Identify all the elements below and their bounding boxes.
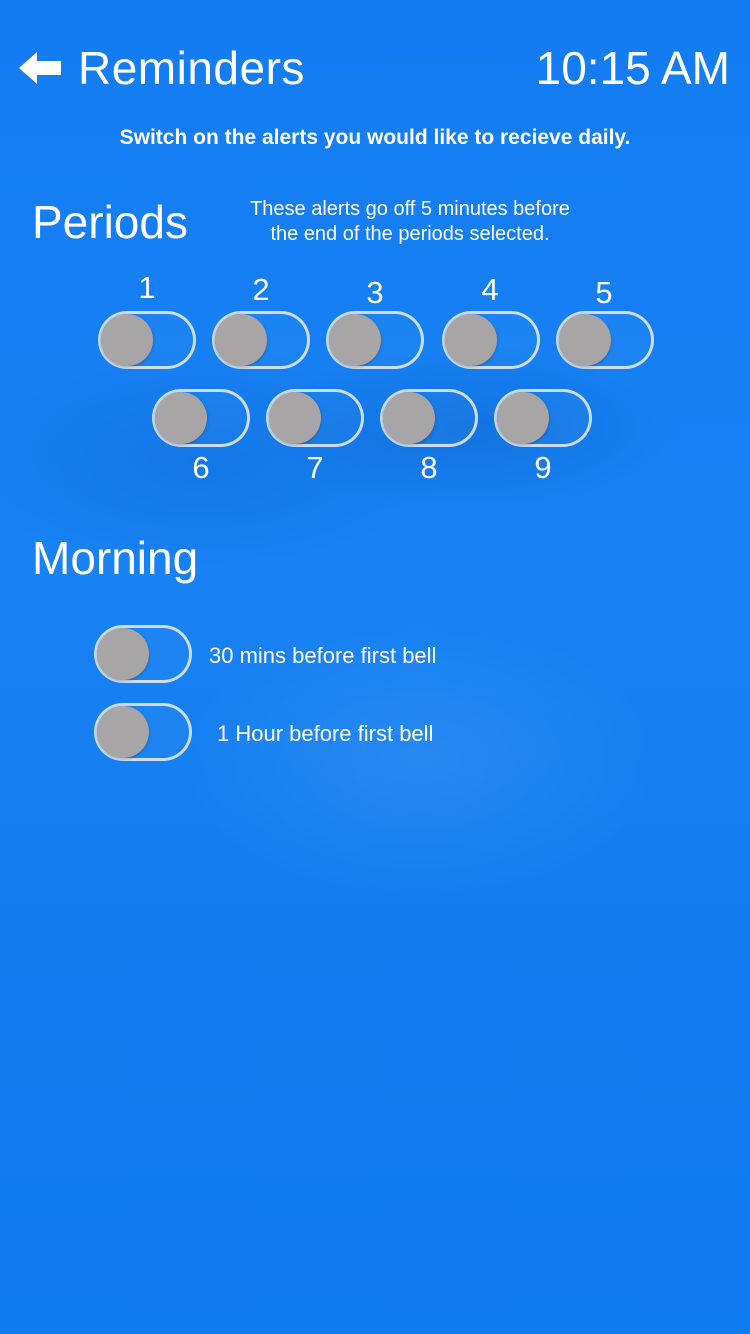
- back-arrow-icon: [17, 50, 63, 86]
- toggle-knob: [269, 392, 321, 444]
- page-title: Reminders: [78, 42, 305, 94]
- toggle-knob: [383, 392, 435, 444]
- period-6-toggle[interactable]: [152, 389, 250, 447]
- period-9-toggle[interactable]: [494, 389, 592, 447]
- instruction-text: Switch on the alerts you would like to r…: [119, 126, 631, 149]
- period-label-3: 3: [366, 275, 384, 310]
- period-2-toggle[interactable]: [212, 311, 310, 369]
- clock-time: 10:15 AM: [535, 42, 730, 94]
- period-8-toggle[interactable]: [380, 389, 478, 447]
- toggle-knob: [559, 314, 611, 366]
- reminders-screen: Reminders 10:15 AM Switch on the alerts …: [0, 0, 750, 1334]
- period-label-8: 8: [420, 450, 438, 485]
- periods-note-line-1: These alerts go off 5 minutes before: [250, 198, 570, 220]
- toggle-knob: [497, 392, 549, 444]
- morning-heading: Morning: [32, 532, 199, 584]
- morning-30min-toggle[interactable]: [94, 625, 192, 683]
- toggle-knob: [215, 314, 267, 366]
- periods-heading: Periods: [32, 196, 188, 248]
- period-4-toggle[interactable]: [442, 311, 540, 369]
- period-label-4: 4: [481, 272, 499, 307]
- morning-1hour-label: 1 Hour before first bell: [217, 721, 434, 746]
- morning-1hour-toggle[interactable]: [94, 703, 192, 761]
- period-label-1: 1: [138, 270, 156, 305]
- period-1-toggle[interactable]: [98, 311, 196, 369]
- period-label-9: 9: [534, 450, 552, 485]
- period-7-toggle[interactable]: [266, 389, 364, 447]
- morning-30min-label: 30 mins before first bell: [209, 643, 437, 668]
- period-3-toggle[interactable]: [326, 311, 424, 369]
- period-label-2: 2: [252, 272, 270, 307]
- toggle-knob: [97, 706, 149, 758]
- toggle-knob: [445, 314, 497, 366]
- period-label-6: 6: [192, 450, 210, 485]
- period-label-7: 7: [306, 450, 324, 485]
- period-5-toggle[interactable]: [556, 311, 654, 369]
- toggle-knob: [97, 628, 149, 680]
- periods-note-line-2: the end of the periods selected.: [270, 223, 550, 245]
- toggle-knob: [155, 392, 207, 444]
- periods-note: These alerts go off 5 minutes before the…: [210, 197, 610, 247]
- toggle-knob: [101, 314, 153, 366]
- toggle-knob: [329, 314, 381, 366]
- back-button[interactable]: [16, 44, 64, 92]
- period-label-5: 5: [595, 275, 613, 310]
